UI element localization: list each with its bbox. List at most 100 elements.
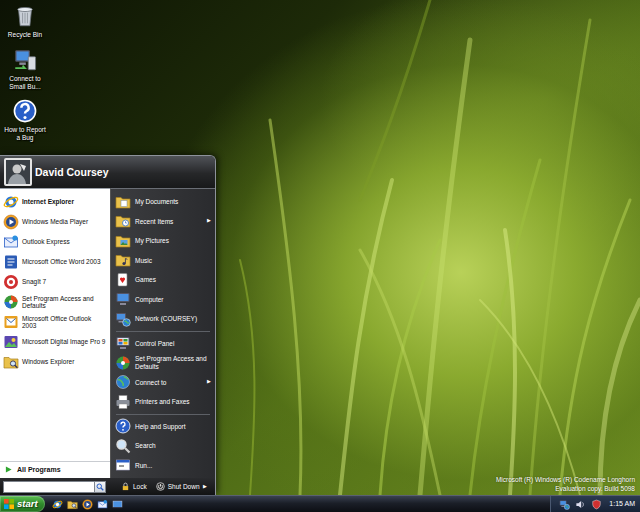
- start-menu-footer: Lock Shut Down▶: [0, 478, 215, 495]
- pinned-item-label[interactable]: Windows Explorer: [22, 358, 74, 365]
- place-item-label[interactable]: Set Program Access and Defaults: [135, 355, 212, 370]
- security-shield-icon[interactable]: [591, 499, 602, 510]
- pinned-item[interactable]: SnagIt 7: [0, 272, 110, 292]
- power-button[interactable]: Shut Down▶: [153, 482, 210, 491]
- menu-separator: [116, 331, 210, 332]
- desktop-icon-label[interactable]: How to Report a Bug: [4, 126, 46, 142]
- pinned-item-label[interactable]: Microsoft Office Word 2003: [22, 258, 101, 265]
- recycle-bin-icon: [12, 3, 38, 29]
- printer-icon: [115, 394, 131, 410]
- desktop-icon-label[interactable]: Recycle Bin: [4, 31, 46, 39]
- place-item[interactable]: My Pictures: [111, 231, 215, 251]
- lock-icon: [121, 482, 130, 491]
- music-folder-icon: [115, 252, 131, 268]
- place-item[interactable]: Search: [111, 436, 215, 456]
- submenu-arrow[interactable]: ▶: [207, 379, 212, 385]
- place-item-label[interactable]: Run...: [135, 462, 212, 469]
- place-item[interactable]: Network (COURSEY): [111, 309, 215, 329]
- place-item[interactable]: Printers and Faxes: [111, 392, 215, 412]
- pinned-item[interactable]: Outlook Express: [0, 232, 110, 252]
- clock[interactable]: 1:15 AM: [607, 500, 635, 508]
- program-defaults-icon: [115, 355, 131, 371]
- documents-folder-icon: [115, 194, 131, 210]
- desktop: Recycle Bin Connect to Small Bu... How to …: [0, 0, 640, 495]
- speaker-icon[interactable]: [575, 499, 586, 510]
- pinned-item-label[interactable]: Microsoft Digital Image Pro 9: [22, 338, 105, 345]
- power-button[interactable]: Lock: [118, 482, 150, 491]
- submenu-arrow[interactable]: ▶: [203, 484, 207, 490]
- desktop-icon-label[interactable]: Connect to Small Bu...: [4, 75, 46, 91]
- start-menu: David Coursey Internet Explorer Windows M…: [0, 155, 216, 495]
- pinned-item[interactable]: Microsoft Office Outlook 2003: [0, 312, 110, 332]
- pinned-item[interactable]: Windows Explorer: [0, 352, 110, 372]
- folder-icon[interactable]: [67, 499, 78, 510]
- start-label[interactable]: start: [17, 499, 38, 510]
- place-item-label[interactable]: Search: [135, 442, 212, 449]
- power-icon: [156, 482, 165, 491]
- pinned-item[interactable]: Set Program Access and Defaults: [0, 292, 110, 312]
- pinned-item-label[interactable]: Microsoft Office Outlook 2003: [22, 315, 107, 330]
- power-button-label[interactable]: Lock: [133, 483, 147, 490]
- notification-area: 1:15 AM: [550, 496, 640, 512]
- place-item[interactable]: Recent Items ▶: [111, 212, 215, 232]
- place-item[interactable]: Music: [111, 251, 215, 271]
- pinned-item[interactable]: Microsoft Digital Image Pro 9: [0, 332, 110, 352]
- media-player-icon[interactable]: [82, 499, 93, 510]
- pinned-item-label[interactable]: SnagIt 7: [22, 278, 46, 285]
- pinned-item-label[interactable]: Outlook Express: [22, 238, 70, 245]
- pinned-list: Internet Explorer Windows Media Player Out…: [0, 189, 110, 372]
- pinned-item[interactable]: Microsoft Office Word 2003: [0, 252, 110, 272]
- start-button[interactable]: start: [0, 496, 45, 512]
- place-item-label[interactable]: Games: [135, 276, 212, 283]
- pinned-item-label[interactable]: Windows Media Player: [22, 218, 88, 225]
- watermark: Microsoft (R) Windows (R) Codename Longh…: [496, 476, 635, 494]
- start-menu-header: David Coursey: [0, 156, 215, 188]
- envelope-icon[interactable]: [97, 499, 108, 510]
- internet-explorer-icon[interactable]: [52, 499, 63, 510]
- search-field[interactable]: [3, 481, 94, 493]
- picture-editor-icon: [3, 334, 19, 350]
- place-item-label[interactable]: Printers and Faxes: [135, 398, 212, 405]
- desktop-icon[interactable]: How to Report a Bug: [3, 98, 47, 142]
- desktop-icon[interactable]: Recycle Bin: [3, 3, 47, 39]
- place-item[interactable]: Set Program Access and Defaults: [111, 353, 215, 373]
- user-name: David Coursey: [32, 166, 109, 178]
- all-programs-label[interactable]: All Programs: [17, 466, 61, 474]
- show-desktop-icon[interactable]: [112, 499, 123, 510]
- pinned-item-label[interactable]: Set Program Access and Defaults: [22, 295, 107, 310]
- start-menu-body: Internet Explorer Windows Media Player Out…: [0, 188, 215, 478]
- run-window-icon: [115, 457, 131, 473]
- search-button[interactable]: [94, 481, 106, 493]
- magnifier-icon: [115, 438, 131, 454]
- pinned-item[interactable]: Windows Media Player: [0, 212, 110, 232]
- pinned-item-label[interactable]: Internet Explorer: [22, 198, 74, 205]
- green-arrow-icon: [5, 466, 12, 473]
- desktop-icon[interactable]: Connect to Small Bu...: [3, 47, 47, 91]
- place-item[interactable]: Help and Support: [111, 417, 215, 437]
- media-player-icon: [3, 214, 19, 230]
- place-item-label[interactable]: My Documents: [135, 198, 212, 205]
- place-item-label[interactable]: Music: [135, 257, 212, 264]
- place-item-label[interactable]: My Pictures: [135, 237, 212, 244]
- places-panel: My Documents Recent Items ▶ My Pictures Musi…: [110, 188, 215, 478]
- place-item[interactable]: Run...: [111, 456, 215, 476]
- place-item-label[interactable]: Connect to: [135, 379, 203, 386]
- place-item-label[interactable]: Network (COURSEY): [135, 315, 212, 322]
- place-item[interactable]: Connect to ▶: [111, 373, 215, 393]
- user-picture-icon: [4, 158, 32, 186]
- place-item-label[interactable]: Computer: [135, 296, 212, 303]
- submenu-arrow[interactable]: ▶: [207, 218, 212, 224]
- envelope-icon: [3, 234, 19, 250]
- place-item-label[interactable]: Control Panel: [135, 340, 212, 347]
- place-item-label[interactable]: Recent Items: [135, 218, 203, 225]
- power-button-label[interactable]: Shut Down: [168, 483, 200, 490]
- all-programs-button[interactable]: All Programs: [0, 461, 110, 478]
- place-item-label[interactable]: Help and Support: [135, 423, 212, 430]
- place-item[interactable]: Control Panel: [111, 334, 215, 354]
- place-item[interactable]: Computer: [111, 290, 215, 310]
- network-icon[interactable]: [559, 499, 570, 510]
- windows-flag-icon: [4, 499, 14, 509]
- place-item[interactable]: My Documents: [111, 192, 215, 212]
- pinned-item[interactable]: Internet Explorer: [0, 192, 110, 212]
- place-item[interactable]: Games: [111, 270, 215, 290]
